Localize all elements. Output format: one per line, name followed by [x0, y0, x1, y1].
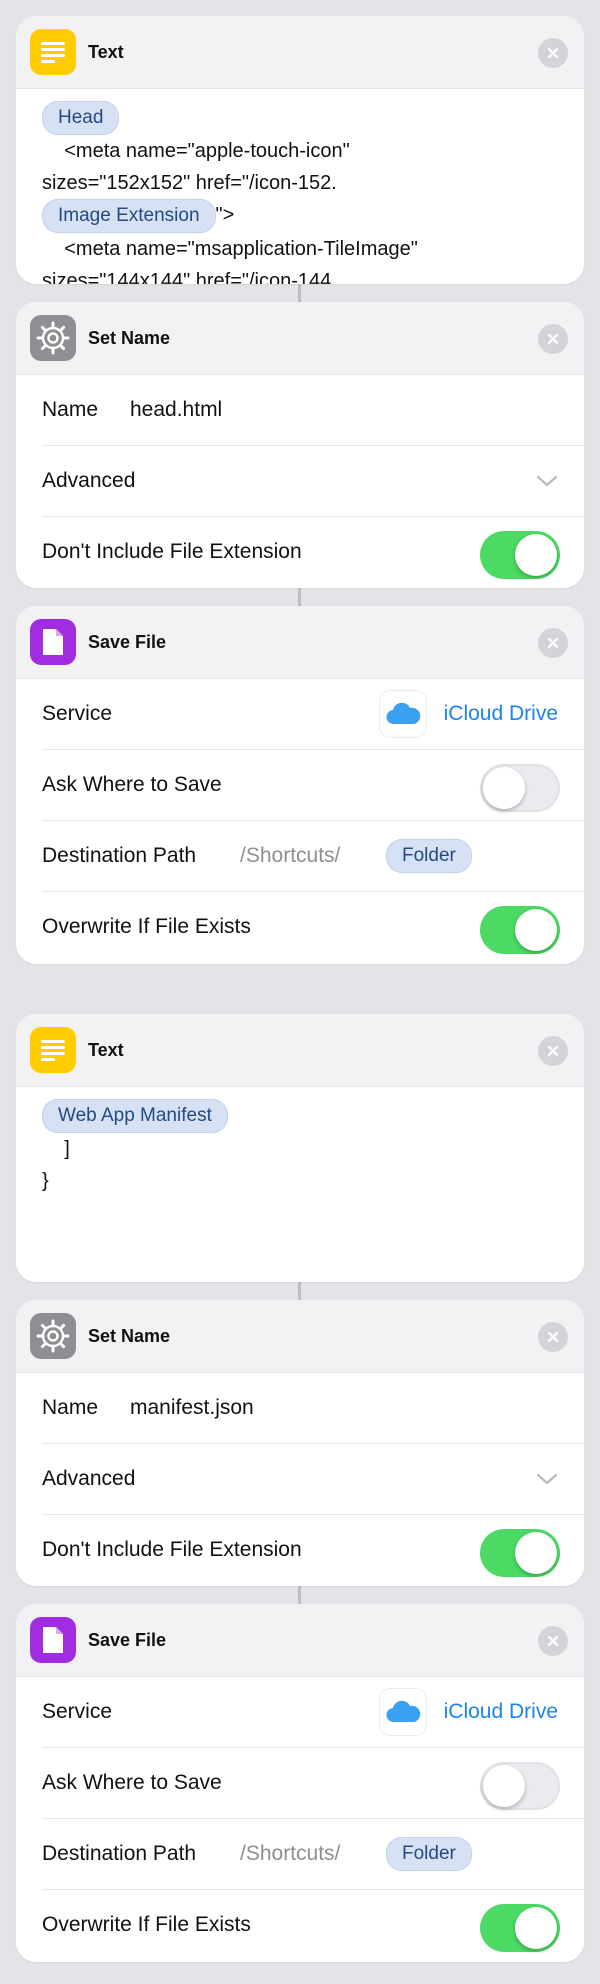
name-field[interactable]: head.html	[130, 375, 222, 445]
extension-label: Don't Include File Extension	[42, 1538, 302, 1561]
set-name-action-card[interactable]: Set Name Name head.html Advanced Don't I…	[16, 302, 584, 588]
save-file-action-card[interactable]: Save File Service iCloud Drive Ask Where…	[16, 1604, 584, 1962]
folder-token[interactable]: Folder	[386, 839, 472, 873]
overwrite-label: Overwrite If File Exists	[42, 915, 251, 938]
overwrite-row: Overwrite If File Exists	[42, 1890, 584, 1960]
toggle-knob	[483, 767, 525, 809]
card-title: Save File	[88, 1630, 167, 1650]
extension-label: Don't Include File Extension	[42, 540, 302, 563]
toggle-knob	[515, 534, 557, 576]
service-value[interactable]: iCloud Drive	[444, 679, 558, 749]
chevron-down-icon[interactable]	[536, 471, 558, 491]
name-row[interactable]: Name manifest.json	[42, 1373, 584, 1444]
name-label: Name	[42, 1396, 99, 1419]
toggle-knob	[515, 1907, 557, 1949]
variable-token[interactable]: Web App Manifest	[42, 1099, 228, 1133]
chevron-down-icon[interactable]	[536, 1469, 558, 1489]
folder-token[interactable]: Folder	[386, 1837, 472, 1871]
document-icon	[30, 619, 76, 665]
text-line: ]	[42, 1138, 70, 1160]
connector	[298, 588, 301, 606]
text-action-card[interactable]: Text Web App Manifest ] }	[16, 1014, 584, 1282]
service-row[interactable]: Service iCloud Drive	[42, 679, 584, 750]
close-icon[interactable]	[538, 1322, 568, 1352]
card-header: Save File	[16, 1604, 584, 1677]
service-value[interactable]: iCloud Drive	[444, 1677, 558, 1747]
text-line: sizes="144x144" href="/icon-144.	[42, 270, 337, 284]
close-icon[interactable]	[538, 1036, 568, 1066]
extension-toggle[interactable]	[480, 1529, 560, 1577]
overwrite-row: Overwrite If File Exists	[42, 892, 584, 962]
extension-row: Don't Include File Extension	[42, 1515, 584, 1585]
toggle-knob	[515, 1532, 557, 1574]
card-header: Text	[16, 1014, 584, 1087]
ask-row: Ask Where to Save	[42, 1748, 584, 1819]
destination-label: Destination Path	[42, 1842, 197, 1865]
service-label: Service	[42, 702, 113, 725]
card-title: Set Name	[88, 1326, 171, 1346]
ask-toggle[interactable]	[480, 1762, 560, 1810]
destination-prefix: /Shortcuts/	[240, 1842, 341, 1865]
card-title: Set Name	[88, 328, 171, 348]
text-content[interactable]: Head <meta name="apple-touch-icon" sizes…	[16, 89, 584, 284]
text-line: <meta name="apple-touch-icon"	[42, 140, 350, 162]
variable-token[interactable]: Image Extension	[42, 199, 216, 233]
connector	[298, 1586, 301, 1604]
icloud-icon	[380, 1689, 426, 1735]
card-header: Save File	[16, 606, 584, 679]
ask-label: Ask Where to Save	[42, 1771, 222, 1794]
advanced-row[interactable]: Advanced	[42, 1444, 584, 1515]
card-title: Text	[88, 1040, 124, 1060]
overwrite-toggle[interactable]	[480, 1904, 560, 1952]
destination-row[interactable]: Destination Path /Shortcuts/ Folder	[42, 1819, 584, 1890]
close-icon[interactable]	[538, 38, 568, 68]
card-header: Set Name	[16, 302, 584, 375]
gear-icon	[30, 315, 76, 361]
name-label: Name	[42, 398, 99, 421]
toggle-knob	[483, 1765, 525, 1807]
ask-row: Ask Where to Save	[42, 750, 584, 821]
advanced-label: Advanced	[42, 469, 136, 492]
text-line: ">	[215, 204, 235, 226]
name-field[interactable]: manifest.json	[130, 1373, 254, 1443]
text-line: <meta name="msapplication-TileImage"	[42, 238, 418, 260]
connector	[298, 284, 301, 302]
overwrite-toggle[interactable]	[480, 906, 560, 954]
destination-label: Destination Path	[42, 844, 197, 867]
extension-row: Don't Include File Extension	[42, 517, 584, 587]
gear-icon	[30, 1313, 76, 1359]
advanced-label: Advanced	[42, 1467, 136, 1490]
text-lines-icon	[30, 1027, 76, 1073]
ask-label: Ask Where to Save	[42, 773, 222, 796]
service-label: Service	[42, 1700, 113, 1723]
save-file-action-card[interactable]: Save File Service iCloud Drive Ask Where…	[16, 606, 584, 964]
text-line: sizes="152x152" href="/icon-152.	[42, 172, 337, 194]
text-content[interactable]: Web App Manifest ] }	[16, 1087, 584, 1197]
destination-prefix: /Shortcuts/	[240, 844, 341, 867]
icloud-icon	[380, 691, 426, 737]
card-header: Text	[16, 16, 584, 89]
close-icon[interactable]	[538, 324, 568, 354]
extension-toggle[interactable]	[480, 531, 560, 579]
card-header: Set Name	[16, 1300, 584, 1373]
name-row[interactable]: Name head.html	[42, 375, 584, 446]
destination-row[interactable]: Destination Path /Shortcuts/ Folder	[42, 821, 584, 892]
overwrite-label: Overwrite If File Exists	[42, 1913, 251, 1936]
text-action-card[interactable]: Text Head <meta name="apple-touch-icon" …	[16, 16, 584, 284]
close-icon[interactable]	[538, 628, 568, 658]
card-title: Save File	[88, 632, 167, 652]
set-name-action-card[interactable]: Set Name Name manifest.json Advanced Don…	[16, 1300, 584, 1586]
service-row[interactable]: Service iCloud Drive	[42, 1677, 584, 1748]
card-title: Text	[88, 42, 124, 62]
advanced-row[interactable]: Advanced	[42, 446, 584, 517]
document-icon	[30, 1617, 76, 1663]
connector	[298, 1282, 301, 1300]
toggle-knob	[515, 909, 557, 951]
close-icon[interactable]	[538, 1626, 568, 1656]
ask-toggle[interactable]	[480, 764, 560, 812]
variable-token[interactable]: Head	[42, 101, 120, 135]
text-line: }	[42, 1170, 49, 1192]
text-lines-icon	[30, 29, 76, 75]
